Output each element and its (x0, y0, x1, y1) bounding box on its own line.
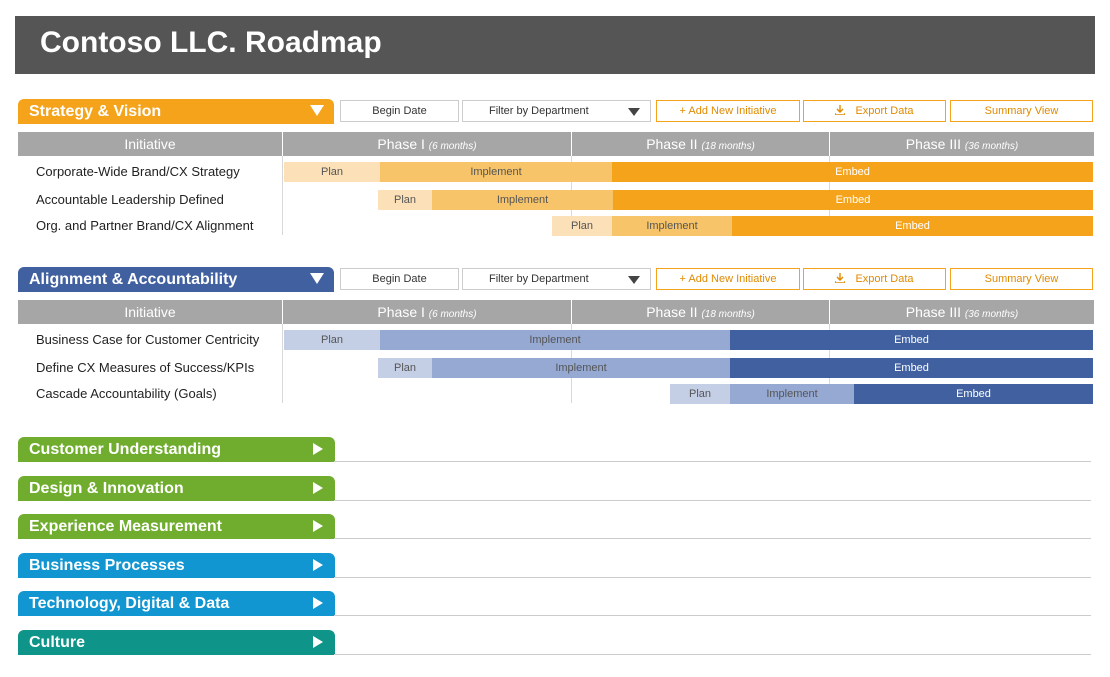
section-toggle-design-innovation[interactable]: Design & Innovation (18, 476, 335, 501)
chevron-right-icon (313, 443, 323, 455)
section-toggle-culture[interactable]: Culture (18, 630, 335, 655)
caret-down-icon (628, 108, 640, 116)
divider (334, 577, 1091, 578)
chevron-right-icon (313, 559, 323, 571)
table-row[interactable]: Define CX Measures of Success/KPIs Plan … (18, 358, 1094, 378)
table-row[interactable]: Org. and Partner Brand/CX Alignment Plan… (18, 216, 1094, 236)
plan-bar[interactable]: Plan (378, 358, 432, 378)
chevron-down-icon (310, 273, 324, 284)
table-row[interactable]: Cascade Accountability (Goals) Plan Impl… (18, 384, 1094, 404)
summary-view-button[interactable]: Summary View (950, 100, 1093, 122)
column-header-phase2: Phase II (18 months) (646, 304, 755, 320)
section-title: Technology, Digital & Data (29, 595, 230, 612)
add-initiative-button[interactable]: + Add New Initiative (656, 100, 800, 122)
divider (334, 461, 1091, 462)
initiative-label: Accountable Leadership Defined (36, 192, 224, 207)
filter-department-dropdown[interactable]: Filter by Department (462, 268, 651, 290)
export-data-button[interactable]: Export Data (803, 100, 946, 122)
section-culture: Culture (18, 630, 1094, 655)
implement-bar[interactable]: Implement (432, 358, 730, 378)
section-alignment-accountability: Alignment & Accountability Begin Date Fi… (18, 267, 1094, 407)
column-header-initiative: Initiative (124, 304, 176, 320)
embed-bar[interactable]: Embed (613, 190, 1093, 210)
plan-bar[interactable]: Plan (284, 330, 380, 350)
section-title: Experience Measurement (29, 518, 222, 535)
plan-bar[interactable]: Plan (670, 384, 730, 404)
begin-date-button[interactable]: Begin Date (340, 100, 459, 122)
app-header: Contoso LLC. Roadmap (15, 16, 1095, 74)
plan-bar[interactable]: Plan (552, 216, 612, 236)
column-header-phase3: Phase III (36 months) (905, 304, 1019, 320)
initiative-label: Cascade Accountability (Goals) (36, 386, 217, 401)
table-row[interactable]: Accountable Leadership Defined Plan Impl… (18, 190, 1094, 210)
begin-date-button[interactable]: Begin Date (340, 268, 459, 290)
column-header-phase2: Phase II (18 months) (646, 136, 755, 152)
export-data-button[interactable]: Export Data (803, 268, 946, 290)
section-toggle-technology-digital-data[interactable]: Technology, Digital & Data (18, 591, 335, 616)
plan-bar[interactable]: Plan (284, 162, 380, 182)
filter-label: Filter by Department (489, 105, 589, 117)
plan-bar[interactable]: Plan (378, 190, 432, 210)
table-header: Initiative Phase I (6 months) Phase II (… (18, 300, 1094, 324)
section-title: Strategy & Vision (29, 103, 162, 120)
divider (334, 654, 1091, 655)
table-row[interactable]: Corporate-Wide Brand/CX Strategy Plan Im… (18, 162, 1094, 182)
embed-bar[interactable]: Embed (612, 162, 1093, 182)
section-title: Alignment & Accountability (29, 271, 238, 288)
section-title: Customer Understanding (29, 441, 222, 458)
initiative-label: Corporate-Wide Brand/CX Strategy (36, 164, 240, 179)
implement-bar[interactable]: Implement (380, 330, 730, 350)
divider (334, 538, 1091, 539)
implement-bar[interactable]: Implement (612, 216, 732, 236)
add-initiative-button[interactable]: + Add New Initiative (656, 268, 800, 290)
embed-bar[interactable]: Embed (730, 358, 1093, 378)
section-toggle-business-processes[interactable]: Business Processes (18, 553, 335, 578)
export-label: Export Data (855, 273, 914, 285)
embed-bar[interactable]: Embed (732, 216, 1093, 236)
embed-bar[interactable]: Embed (730, 330, 1093, 350)
section-business-processes: Business Processes (18, 553, 1094, 578)
section-title: Culture (29, 634, 85, 651)
column-header-phase3: Phase III (36 months) (905, 136, 1019, 152)
section-toggle-alignment-accountability[interactable]: Alignment & Accountability (18, 267, 334, 292)
implement-bar[interactable]: Implement (380, 162, 612, 182)
section-technology-digital-data: Technology, Digital & Data (18, 591, 1094, 616)
initiative-label: Business Case for Customer Centricity (36, 332, 260, 347)
implement-bar[interactable]: Implement (730, 384, 854, 404)
filter-label: Filter by Department (489, 273, 589, 285)
export-label: Export Data (855, 105, 914, 117)
chevron-right-icon (313, 636, 323, 648)
section-design-innovation: Design & Innovation (18, 476, 1094, 501)
section-toggle-customer-understanding[interactable]: Customer Understanding (18, 437, 335, 462)
page-title: Contoso LLC. Roadmap (40, 26, 382, 59)
chevron-right-icon (313, 597, 323, 609)
column-header-phase1: Phase I (6 months) (377, 136, 477, 152)
divider (334, 615, 1091, 616)
section-title: Design & Innovation (29, 480, 184, 497)
column-header-initiative: Initiative (124, 136, 176, 152)
implement-bar[interactable]: Implement (432, 190, 613, 210)
chevron-down-icon (310, 105, 324, 116)
section-toggle-strategy-vision[interactable]: Strategy & Vision (18, 99, 334, 124)
chevron-right-icon (313, 520, 323, 532)
section-toggle-experience-measurement[interactable]: Experience Measurement (18, 514, 335, 539)
table-header: Initiative Phase I (6 months) Phase II (… (18, 132, 1094, 156)
chevron-right-icon (313, 482, 323, 494)
section-experience-measurement: Experience Measurement (18, 514, 1094, 539)
initiative-label: Org. and Partner Brand/CX Alignment (36, 218, 254, 233)
section-title: Business Processes (29, 557, 185, 574)
section-strategy-vision: Strategy & Vision Begin Date Filter by D… (18, 99, 1094, 239)
summary-view-button[interactable]: Summary View (950, 268, 1093, 290)
download-icon (835, 105, 846, 115)
divider (334, 500, 1091, 501)
section-customer-understanding: Customer Understanding (18, 437, 1094, 462)
embed-bar[interactable]: Embed (854, 384, 1093, 404)
filter-department-dropdown[interactable]: Filter by Department (462, 100, 651, 122)
column-header-phase1: Phase I (6 months) (377, 304, 477, 320)
initiative-label: Define CX Measures of Success/KPIs (36, 360, 255, 375)
download-icon (835, 273, 846, 283)
table-row[interactable]: Business Case for Customer Centricity Pl… (18, 330, 1094, 350)
caret-down-icon (628, 276, 640, 284)
